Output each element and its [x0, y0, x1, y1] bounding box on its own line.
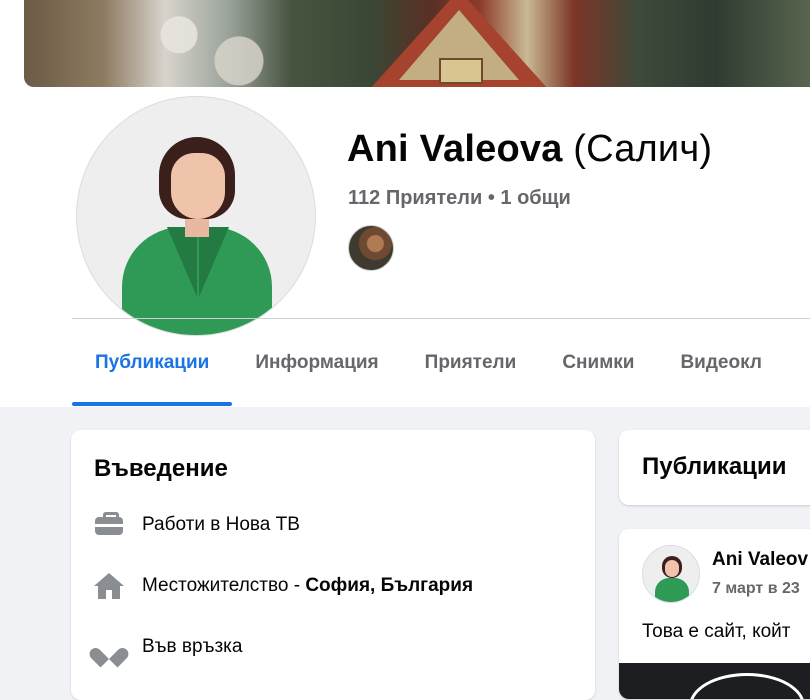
cover-cabin-window: [439, 58, 483, 84]
posts-title: Публикации: [642, 453, 787, 480]
posts-header-card: Публикации: [619, 430, 810, 505]
intro-item-work: Работи в Нова ТВ: [94, 512, 300, 538]
tab-photos[interactable]: Снимки: [539, 330, 657, 396]
intro-residence-label: Местожителство -: [142, 575, 306, 596]
profile-tabs: Публикации Информация Приятели Снимки Ви…: [72, 330, 785, 406]
intro-item-residence: Местожителство - София, България: [94, 573, 473, 599]
home-icon: [94, 573, 124, 599]
friends-count-link[interactable]: 112 Приятели • 1 общи: [348, 187, 571, 210]
avatar-collar-left: [167, 227, 197, 297]
post-author-name[interactable]: Ani Valeov: [712, 549, 808, 571]
avatar-jacket: [122, 227, 272, 335]
mutual-friend-avatar[interactable]: [348, 225, 394, 271]
heart-icon: [94, 634, 124, 660]
tab-friends[interactable]: Приятели: [402, 330, 540, 396]
intro-card: Въведение Работи в Нова ТВ Местожителств…: [71, 430, 595, 700]
intro-residence-link[interactable]: София, България: [305, 575, 473, 597]
profile-name-primary: Ani Valeova: [347, 128, 563, 170]
tab-videos[interactable]: Видеокл: [657, 330, 784, 396]
header-divider: [72, 318, 810, 319]
intro-item-relationship: Във връзка: [94, 634, 242, 660]
avatar: [76, 96, 316, 336]
cover-snow: [134, 0, 284, 87]
avatar-collar-right: [199, 227, 229, 297]
post-card: Ani Valeov 7 март в 23 Това е сайт, койт: [619, 529, 810, 699]
intro-title: Въведение: [94, 455, 228, 482]
tab-about[interactable]: Информация: [232, 330, 401, 396]
avatar-face: [171, 153, 225, 219]
post-text: Това е сайт, койт: [642, 621, 791, 642]
post-author-avatar[interactable]: [642, 545, 700, 603]
profile-name-alternate: (Салич): [573, 128, 713, 170]
tab-posts[interactable]: Публикации: [72, 330, 233, 406]
intro-work-text: Работи в Нова ТВ: [142, 514, 300, 535]
post-timestamp[interactable]: 7 март в 23: [712, 580, 800, 598]
post-media[interactable]: [619, 663, 810, 699]
profile-picture[interactable]: [72, 92, 320, 340]
briefcase-icon: [94, 512, 124, 538]
cover-photo[interactable]: [24, 0, 810, 87]
profile-name: Ani Valeova (Салич): [347, 128, 712, 171]
intro-relationship-text: Във връзка: [142, 636, 243, 657]
